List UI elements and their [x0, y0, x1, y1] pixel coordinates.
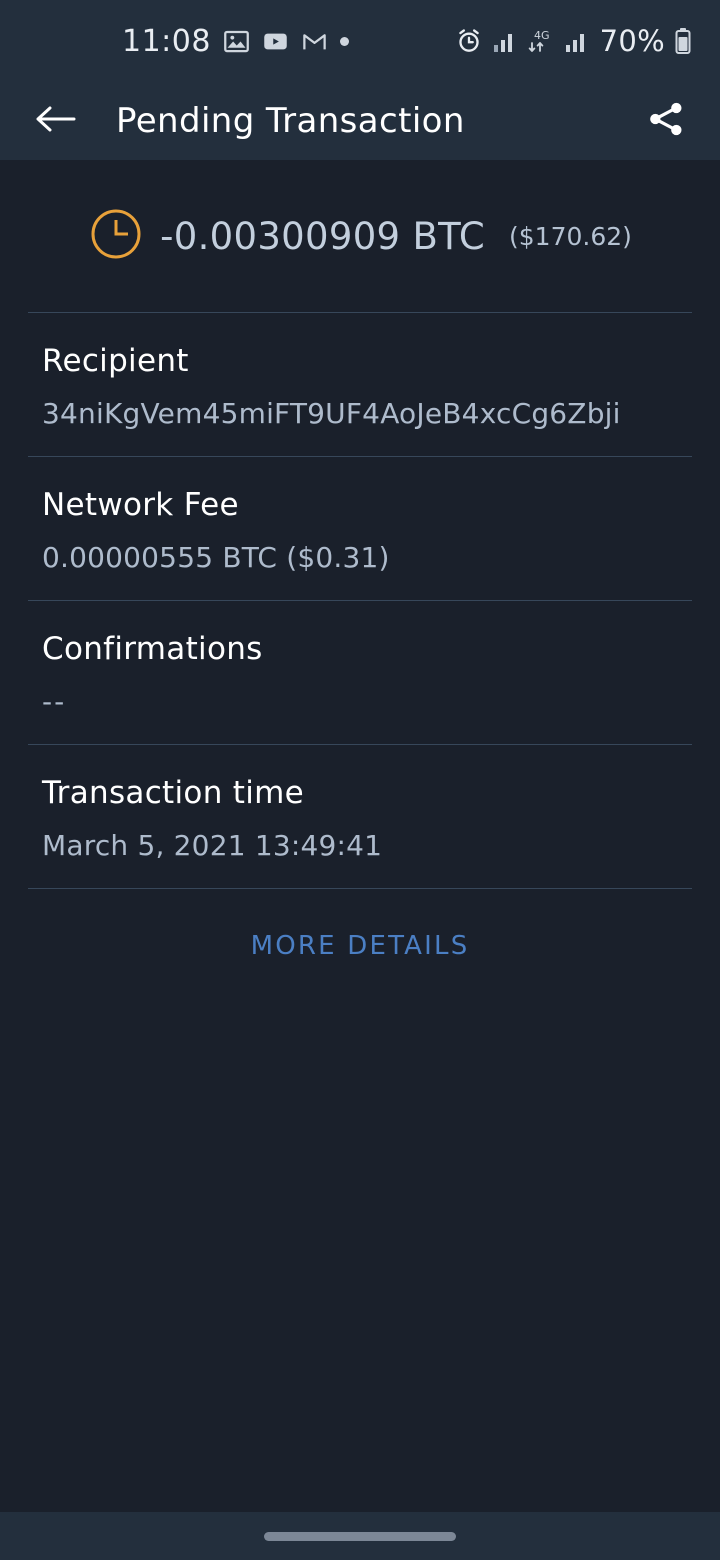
home-indicator[interactable]	[264, 1531, 456, 1541]
status-bar: 11:08 4G 70%	[0, 0, 720, 82]
status-bar-right: 4G 70%	[455, 24, 692, 58]
signal-bars-icon	[492, 28, 516, 54]
field-recipient[interactable]: Recipient 34niKgVem45miFT9UF4AoJeB4xcCg6…	[0, 313, 720, 456]
field-label: Transaction time	[42, 775, 305, 811]
navigation-bar	[0, 1512, 720, 1560]
back-button[interactable]	[26, 92, 84, 150]
battery-icon	[674, 27, 692, 55]
field-value: 34niKgVem45miFT9UF4AoJeB4xcCg6Zbji	[42, 397, 621, 430]
phone-screen: 11:08 4G 70% Pending Transaction -0.0030…	[0, 0, 720, 1560]
status-bar-clock: 11:08	[122, 23, 211, 59]
back-arrow-icon	[33, 101, 77, 141]
gallery-icon	[223, 28, 250, 55]
field-value: 0.00000555 BTC ($0.31)	[42, 541, 390, 574]
more-details-row: MORE DETAILS	[0, 889, 720, 969]
transaction-amount-row: -0.00300909 BTC ($170.62)	[0, 160, 720, 312]
gmail-icon	[301, 28, 328, 55]
field-transaction-time: Transaction time March 5, 2021 13:49:41	[0, 745, 720, 888]
page-title: Pending Transaction	[116, 101, 465, 141]
field-label: Recipient	[42, 343, 189, 379]
transaction-details: -0.00300909 BTC ($170.62) Recipient 34ni…	[0, 160, 720, 1512]
share-icon	[646, 99, 686, 143]
field-network-fee: Network Fee 0.00000555 BTC ($0.31)	[0, 457, 720, 600]
alarm-icon	[455, 27, 483, 55]
svg-text:4G: 4G	[534, 29, 550, 42]
field-label: Confirmations	[42, 631, 263, 667]
signal-bars-icon	[564, 28, 588, 54]
app-bar: Pending Transaction	[0, 82, 720, 160]
transaction-amount-btc: -0.00300909 BTC	[160, 214, 485, 258]
transaction-amount-fiat: ($170.62)	[509, 221, 632, 251]
status-bar-left: 11:08	[0, 24, 349, 59]
pending-clock-icon	[88, 206, 144, 266]
field-label: Network Fee	[42, 487, 239, 523]
dot-icon	[339, 36, 349, 46]
field-value: March 5, 2021 13:49:41	[42, 829, 383, 862]
field-confirmations: Confirmations --	[0, 601, 720, 744]
battery-percent-label: 70%	[599, 24, 665, 58]
more-details-button[interactable]: MORE DETAILS	[237, 923, 484, 969]
share-button[interactable]	[638, 93, 694, 149]
4g-data-icon: 4G	[525, 27, 555, 55]
field-value: --	[42, 685, 67, 718]
youtube-icon	[262, 28, 289, 55]
